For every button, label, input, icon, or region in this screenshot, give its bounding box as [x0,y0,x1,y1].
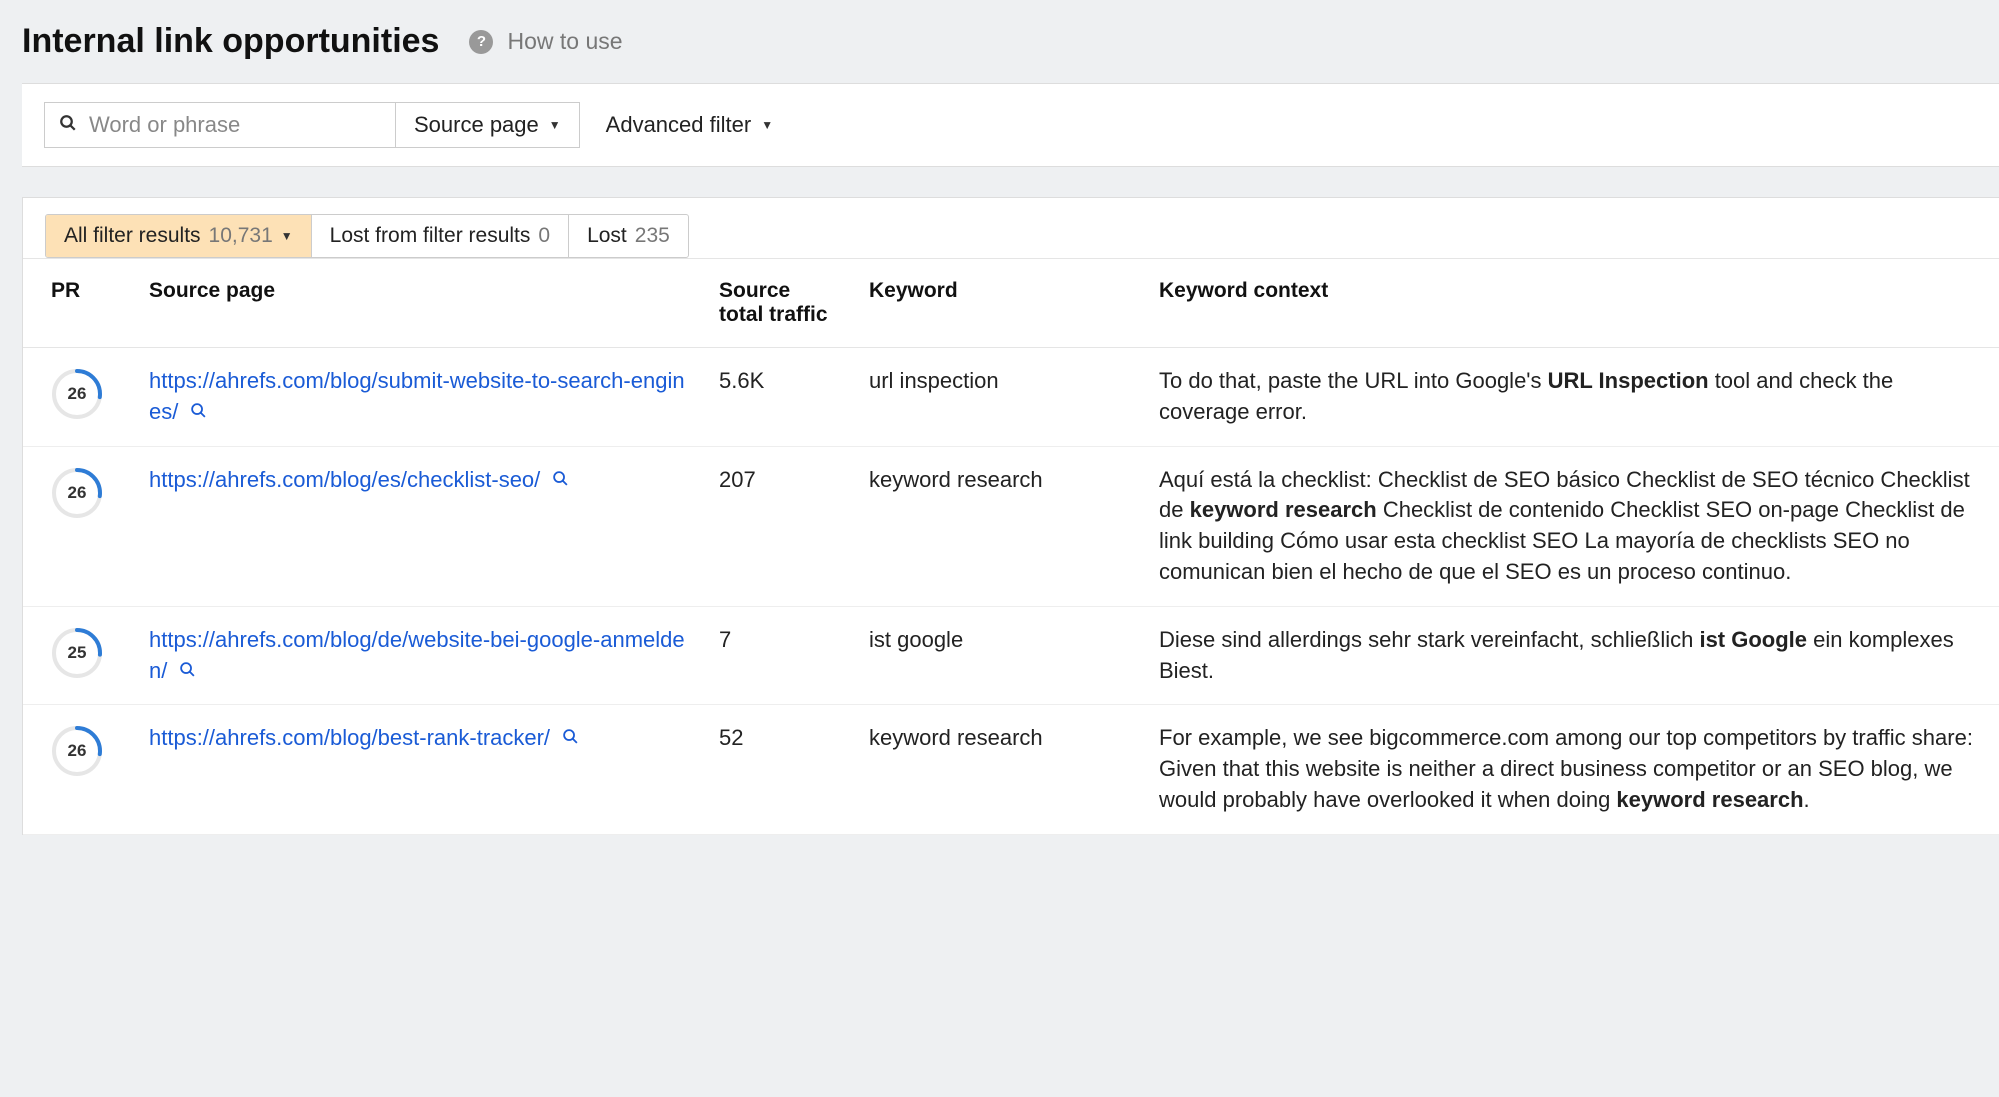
keyword-context: Diese sind allerdings sehr stark vereinf… [1143,606,1999,705]
traffic-value: 52 [703,705,853,834]
tab-count: 235 [635,224,670,248]
tab-count: 10,731 [209,224,273,248]
source-page-link[interactable]: https://ahrefs.com/blog/de/website-bei-g… [149,627,685,683]
chevron-down-icon: ▼ [281,229,293,243]
pr-value: 26 [51,725,103,777]
pr-badge: 26 [51,368,103,420]
keyword-context: To do that, paste the URL into Google's … [1143,348,1999,447]
source-page-dropdown[interactable]: Source page ▼ [395,103,579,147]
inspect-icon[interactable] [562,729,579,749]
tab-group: All filter results 10,731 ▼ Lost from fi… [45,214,689,258]
table-row: 26 https://ahrefs.com/blog/submit-websit… [23,348,1999,447]
tab-lost[interactable]: Lost 235 [569,215,688,257]
inspect-icon[interactable] [179,662,196,682]
tab-label: Lost [587,224,627,248]
tab-count: 0 [538,224,550,248]
search-icon [59,114,77,137]
keyword-value: ist google [853,606,1143,705]
advanced-filter-label: Advanced filter [606,112,752,138]
table-row: 25 https://ahrefs.com/blog/de/website-be… [23,606,1999,705]
content-panel: All filter results 10,731 ▼ Lost from fi… [22,197,1999,835]
keyword-value: keyword research [853,705,1143,834]
traffic-value: 207 [703,446,853,606]
pr-badge: 26 [51,467,103,519]
chevron-down-icon: ▼ [761,118,773,132]
inspect-icon[interactable] [552,471,569,491]
inspect-icon[interactable] [190,403,207,423]
table-row: 26 https://ahrefs.com/blog/best-rank-tra… [23,705,1999,834]
keyword-context: For example, we see bigcommerce.com amon… [1143,705,1999,834]
source-page-label: Source page [414,112,539,138]
pr-value: 25 [51,627,103,679]
search-box[interactable] [45,103,395,147]
pr-value: 26 [51,368,103,420]
keyword-value: url inspection [853,348,1143,447]
source-page-link[interactable]: https://ahrefs.com/blog/es/checklist-seo… [149,467,540,492]
tab-all-filter-results[interactable]: All filter results 10,731 ▼ [46,215,312,257]
keyword-value: keyword research [853,446,1143,606]
opportunities-table: PR Source page Source total traffic Keyw… [23,259,1999,835]
col-header-traffic[interactable]: Source total traffic [703,259,853,348]
tab-label: All filter results [64,224,201,248]
source-page-link[interactable]: https://ahrefs.com/blog/submit-website-t… [149,368,685,424]
col-header-context[interactable]: Keyword context [1143,259,1999,348]
source-page-link[interactable]: https://ahrefs.com/blog/best-rank-tracke… [149,725,550,750]
traffic-value: 7 [703,606,853,705]
chevron-down-icon: ▼ [549,118,561,132]
page-header: Internal link opportunities ? How to use [0,0,1999,83]
col-header-pr[interactable]: PR [23,259,133,348]
pr-badge: 25 [51,627,103,679]
traffic-value: 5.6K [703,348,853,447]
filter-bar: Source page ▼ Advanced filter ▼ [22,83,1999,167]
advanced-filter-dropdown[interactable]: Advanced filter ▼ [606,112,773,138]
pr-badge: 26 [51,725,103,777]
help-icon[interactable]: ? [469,30,493,54]
page-title: Internal link opportunities [22,22,439,61]
search-input[interactable] [87,111,381,139]
col-header-source[interactable]: Source page [133,259,703,348]
tab-label: Lost from filter results [330,224,531,248]
pr-value: 26 [51,467,103,519]
search-group: Source page ▼ [44,102,580,148]
how-to-use-link[interactable]: How to use [507,28,622,55]
keyword-context: Aquí está la checklist: Checklist de SEO… [1143,446,1999,606]
table-row: 26 https://ahrefs.com/blog/es/checklist-… [23,446,1999,606]
tab-lost-from-filter[interactable]: Lost from filter results 0 [312,215,569,257]
result-tabs: All filter results 10,731 ▼ Lost from fi… [23,198,1999,259]
col-header-keyword[interactable]: Keyword [853,259,1143,348]
